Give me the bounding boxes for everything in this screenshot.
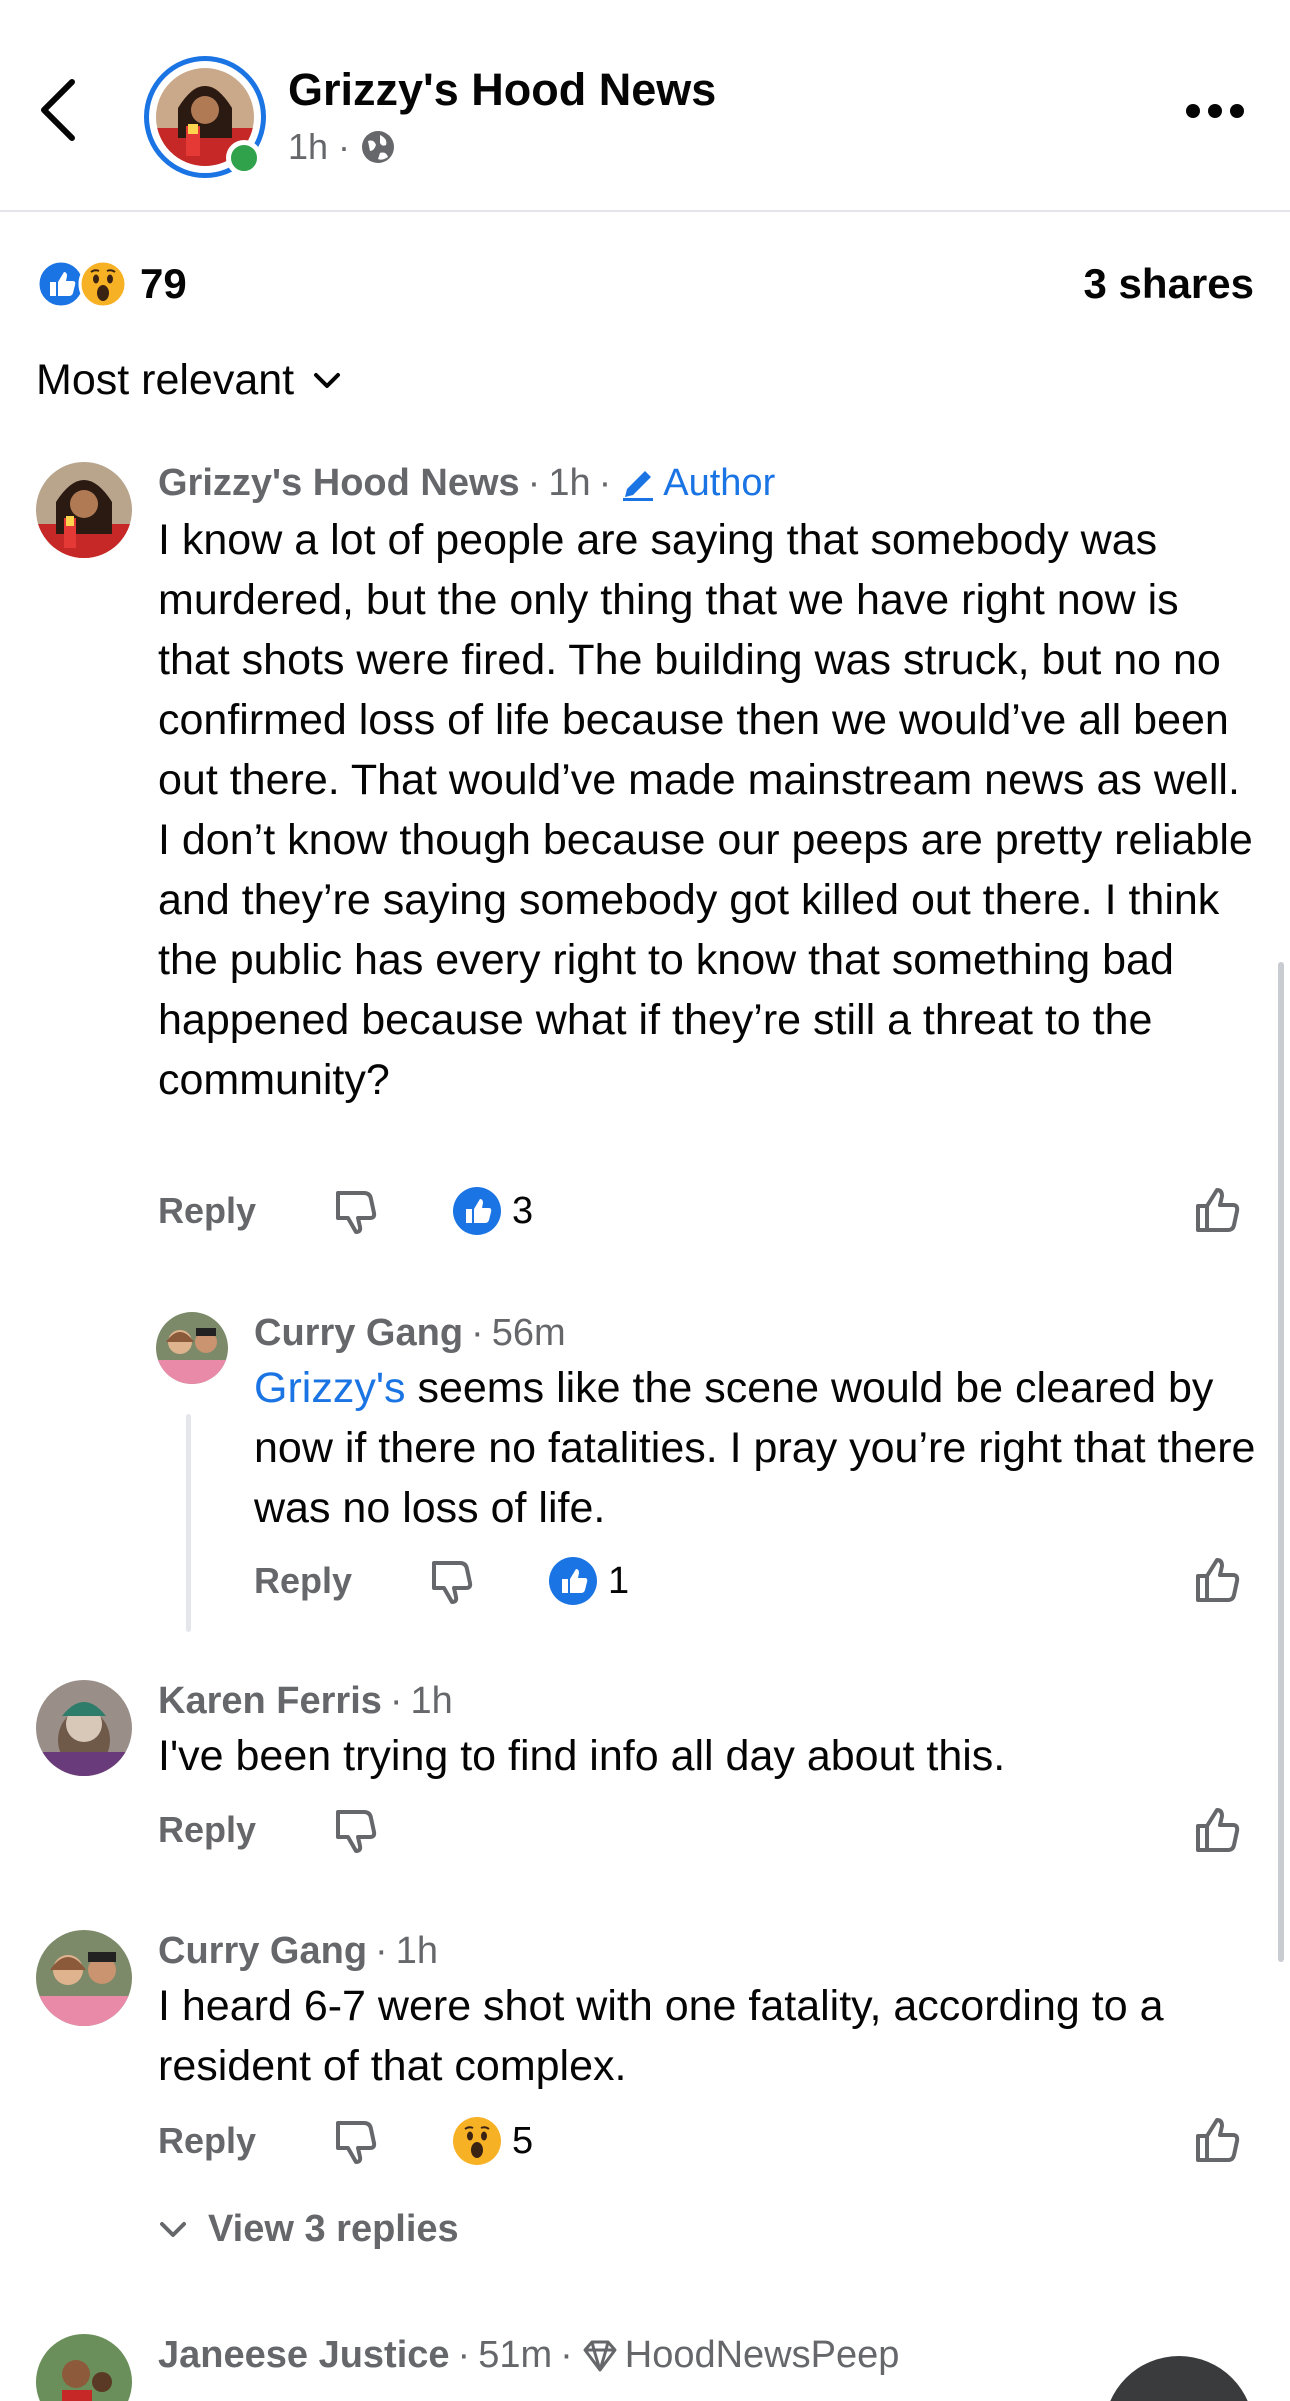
- dislike-icon[interactable]: [332, 2117, 378, 2165]
- reaction-count[interactable]: 1: [608, 1560, 629, 1603]
- thumbs-up-outline-icon[interactable]: [1192, 1554, 1244, 1606]
- thread-line: [186, 1414, 191, 1632]
- mention-link[interactable]: Grizzy's: [254, 1364, 406, 1412]
- reply-button[interactable]: Reply: [158, 2120, 256, 2162]
- pencil-icon: [623, 470, 654, 501]
- chevron-down-icon: [160, 2221, 186, 2237]
- comment-time: 56m: [491, 1312, 566, 1354]
- like-reaction-icon: [453, 1187, 502, 1235]
- comment-time: 1h: [395, 1930, 438, 1972]
- commenter-name[interactable]: Janeese Justice: [158, 2334, 450, 2377]
- thumbs-up-outline-icon[interactable]: [1192, 1184, 1244, 1236]
- reply-button[interactable]: Reply: [158, 1809, 256, 1851]
- scrollbar[interactable]: [1278, 962, 1284, 1962]
- comment-header: Karen Ferris · 1h: [158, 1680, 453, 1723]
- post-header: Grizzy's Hood News 1h ·: [0, 0, 1290, 212]
- comment-header: Grizzy's Hood News · 1h · Author: [158, 462, 776, 505]
- reaction-count: 79: [140, 260, 187, 307]
- dislike-icon[interactable]: [332, 1806, 378, 1854]
- sort-label: Most relevant: [36, 356, 295, 404]
- more-options-button[interactable]: [1186, 104, 1244, 118]
- avatar[interactable]: [36, 1680, 132, 1776]
- post-time: 1h: [288, 126, 329, 167]
- comment-header: Janeese Justice · 51m · HoodNewsPeep: [158, 2334, 900, 2377]
- comment-text: I know a lot of people are saying that s…: [158, 516, 1253, 1104]
- back-arrow-icon: [41, 79, 75, 141]
- comment-text: I've been trying to find info all day ab…: [158, 1732, 1006, 1780]
- commenter-name[interactable]: Curry Gang: [254, 1312, 463, 1355]
- comment-time: 1h: [410, 1680, 453, 1722]
- comment-actions: Reply 1: [254, 1556, 629, 1606]
- reaction-icons[interactable]: 79: [36, 259, 187, 309]
- commenter-name[interactable]: Karen Ferris: [158, 1680, 382, 1723]
- dislike-icon[interactable]: [428, 1557, 474, 1605]
- reaction-count[interactable]: 5: [512, 2120, 533, 2163]
- view-replies-button[interactable]: View 3 replies: [158, 2208, 459, 2251]
- commenter-name[interactable]: Grizzy's Hood News: [158, 462, 520, 505]
- online-status-dot: [226, 140, 262, 176]
- reply-button[interactable]: Reply: [254, 1560, 352, 1602]
- comment-actions: Reply: [158, 1806, 378, 1854]
- floating-action-button[interactable]: [1104, 2356, 1254, 2401]
- back-button[interactable]: [38, 78, 98, 158]
- comment-sort-dropdown[interactable]: Most relevant: [36, 356, 342, 405]
- post-meta: 1h ·: [288, 126, 396, 168]
- author-badge: Author: [619, 462, 775, 505]
- comment-header: Curry Gang · 56m: [254, 1312, 566, 1355]
- fan-badge: HoodNewsPeep: [624, 2334, 900, 2376]
- diamond-icon: [583, 2340, 617, 2371]
- comment-time: 51m: [478, 2334, 553, 2376]
- wow-reaction-icon: [78, 259, 128, 309]
- avatar[interactable]: [36, 1930, 132, 2026]
- commenter-name[interactable]: Curry Gang: [158, 1930, 367, 1973]
- comment-actions: Reply 3: [158, 1186, 533, 1236]
- avatar[interactable]: [36, 2334, 132, 2401]
- reaction-count[interactable]: 3: [512, 1190, 533, 1233]
- comment-time: 1h: [548, 462, 591, 504]
- chevron-down-icon: [314, 372, 341, 388]
- comment-text: I heard 6-7 were shot with one fatality,…: [158, 1982, 1164, 2090]
- comment-actions: Reply 5: [158, 2116, 533, 2166]
- globe-icon: [362, 131, 395, 163]
- comment-header: Curry Gang · 1h: [158, 1930, 438, 1973]
- avatar[interactable]: [156, 1312, 228, 1384]
- thumbs-up-outline-icon[interactable]: [1192, 2114, 1244, 2166]
- reactions-summary: 79 3 shares: [36, 254, 1254, 314]
- shares-count[interactable]: 3 shares: [1084, 260, 1254, 308]
- reply-button[interactable]: Reply: [158, 1190, 256, 1232]
- meta-separator: ·: [338, 126, 351, 167]
- wow-reaction-icon: [453, 2117, 502, 2165]
- page-title[interactable]: Grizzy's Hood News: [288, 64, 716, 116]
- avatar[interactable]: [36, 462, 132, 558]
- comment-text: Grizzy's seems like the scene would be c…: [254, 1364, 1256, 1532]
- thumbs-up-outline-icon[interactable]: [1192, 1804, 1244, 1856]
- dislike-icon[interactable]: [332, 1187, 378, 1235]
- more-icon: [1186, 104, 1200, 118]
- like-reaction-icon: [549, 1557, 598, 1605]
